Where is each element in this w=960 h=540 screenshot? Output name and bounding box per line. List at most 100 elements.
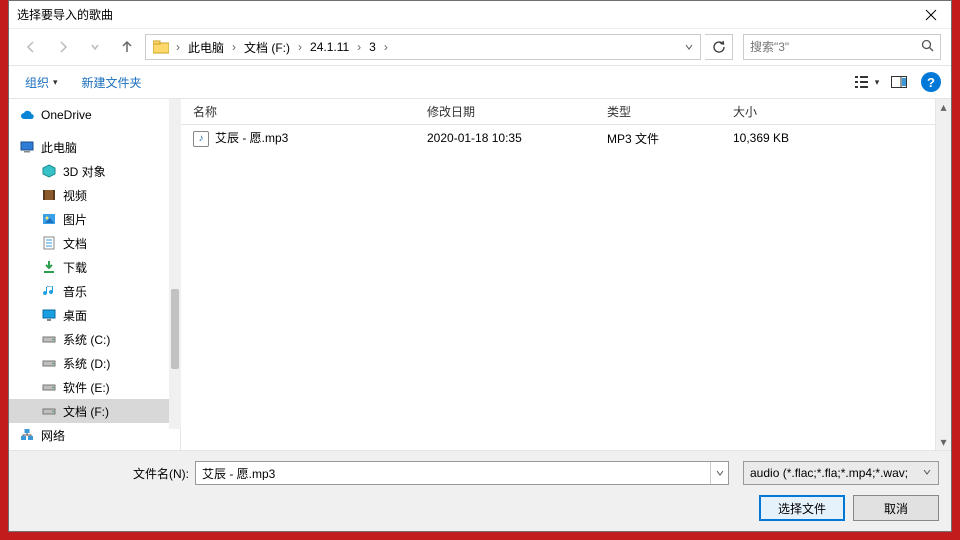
tree-item[interactable]: 软件 (E:)	[9, 375, 180, 399]
tree-item[interactable]: 视频	[9, 183, 180, 207]
filename-field[interactable]	[195, 461, 729, 485]
search-input[interactable]	[750, 40, 921, 54]
chevron-down-icon	[922, 466, 932, 480]
organize-label: 组织	[25, 74, 49, 91]
doc-icon	[41, 235, 57, 251]
file-rows: ♪艾辰 - 愿.mp32020-01-18 10:35MP3 文件10,369 …	[181, 125, 951, 151]
tree-item-label: 文档	[63, 235, 87, 252]
crumb-2[interactable]: 24.1.11	[304, 35, 355, 59]
obj3d-icon	[41, 163, 57, 179]
recent-dropdown[interactable]	[81, 33, 109, 61]
toolbar: 组织 ▾ 新建文件夹 ▾ ?	[9, 65, 951, 99]
tree-item[interactable]: 系统 (C:)	[9, 327, 180, 351]
tree-item[interactable]: 文档	[9, 231, 180, 255]
tree-item-label: OneDrive	[41, 108, 92, 122]
tree-item[interactable]: 图片	[9, 207, 180, 231]
tree-item-label: 下载	[63, 259, 87, 276]
tree-item[interactable]: 此电脑	[9, 135, 180, 159]
file-name: 艾辰 - 愿.mp3	[215, 131, 288, 145]
forward-button[interactable]	[49, 33, 77, 61]
nav-tree[interactable]: OneDrive 此电脑 3D 对象视频图片文档下载音乐桌面系统 (C:) 系统 (D…	[9, 99, 181, 450]
tree-item-label: 桌面	[63, 307, 87, 324]
col-name[interactable]: 名称	[181, 103, 419, 120]
breadcrumb-dropdown[interactable]	[680, 35, 698, 59]
tree-item[interactable]: OneDrive	[9, 103, 180, 127]
breadcrumb-field[interactable]: › 此电脑 › 文档 (F:) › 24.1.11 › 3 ›	[145, 34, 701, 60]
chevron-right-icon: ›	[382, 40, 390, 54]
drive-icon	[41, 331, 57, 347]
cloud-icon	[19, 107, 35, 123]
tree-item[interactable]: 网络	[9, 423, 180, 447]
filetype-filter[interactable]: audio (*.flac;*.fla;*.mp4;*.wav;	[743, 461, 939, 485]
tree-item[interactable]: 音乐	[9, 279, 180, 303]
tree-item-label: 系统 (C:)	[63, 331, 110, 348]
filename-input[interactable]	[196, 466, 710, 480]
file-type: MP3 文件	[599, 130, 725, 147]
new-folder-label: 新建文件夹	[82, 74, 142, 91]
dialog-title: 选择要导入的歌曲	[9, 6, 911, 23]
refresh-icon	[712, 40, 726, 54]
tree-item-label: 软件 (E:)	[63, 379, 110, 396]
filename-dropdown[interactable]	[710, 462, 728, 484]
scroll-up-icon[interactable]: ▴	[936, 99, 951, 115]
audio-file-icon: ♪	[193, 131, 209, 147]
filter-label: audio (*.flac;*.fla;*.mp4;*.wav;	[750, 466, 908, 480]
tree-scrollbar[interactable]	[169, 99, 181, 429]
chevron-right-icon: ›	[296, 40, 304, 54]
chevron-right-icon: ›	[355, 40, 363, 54]
preview-pane-icon	[891, 76, 907, 88]
tree-item-label: 音乐	[63, 283, 87, 300]
crumb-3[interactable]: 3	[363, 35, 382, 59]
new-folder-button[interactable]: 新建文件夹	[76, 72, 148, 93]
col-date[interactable]: 修改日期	[419, 103, 599, 120]
organize-menu[interactable]: 组织 ▾	[19, 72, 64, 93]
tree-item-label: 此电脑	[41, 139, 77, 156]
tree-item-label: 3D 对象	[63, 163, 106, 180]
tree-item-label: 网络	[41, 427, 65, 444]
tree-item[interactable]: 3D 对象	[9, 159, 180, 183]
cancel-button-label: 取消	[884, 500, 908, 517]
file-list: 名称 修改日期 类型 大小 ♪艾辰 - 愿.mp32020-01-18 10:3…	[181, 99, 951, 450]
caret-down-icon: ▾	[875, 77, 880, 88]
cancel-button[interactable]: 取消	[853, 495, 939, 521]
tree-item[interactable]: 系统 (D:)	[9, 351, 180, 375]
picture-icon	[41, 211, 57, 227]
file-row[interactable]: ♪艾辰 - 愿.mp32020-01-18 10:35MP3 文件10,369 …	[181, 125, 951, 151]
vertical-scrollbar[interactable]: ▴ ▾	[935, 99, 951, 450]
col-type[interactable]: 类型	[599, 103, 725, 120]
drive-icon	[41, 379, 57, 395]
search-icon	[921, 39, 934, 55]
video-icon	[41, 187, 57, 203]
body-split: OneDrive 此电脑 3D 对象视频图片文档下载音乐桌面系统 (C:) 系统 (D…	[9, 99, 951, 450]
tree-item[interactable]: 桌面	[9, 303, 180, 327]
back-button[interactable]	[17, 33, 45, 61]
filename-row: 文件名(N): audio (*.flac;*.fla;*.mp4;*.wav;	[21, 461, 939, 485]
filename-label: 文件名(N):	[21, 465, 189, 482]
desktop-icon	[41, 307, 57, 323]
scroll-down-icon[interactable]: ▾	[936, 434, 951, 450]
drive-icon	[41, 403, 57, 419]
view-options-button[interactable]: ▾	[853, 70, 881, 94]
folder-icon	[152, 38, 170, 56]
tree-item-label: 视频	[63, 187, 87, 204]
chevron-right-icon: ›	[174, 40, 182, 54]
help-button[interactable]: ?	[921, 72, 941, 92]
open-button[interactable]: 选择文件	[759, 495, 845, 521]
nav-row: › 此电脑 › 文档 (F:) › 24.1.11 › 3 ›	[9, 29, 951, 65]
net-icon	[19, 427, 35, 443]
tree-item[interactable]: 下载	[9, 255, 180, 279]
up-button[interactable]	[113, 33, 141, 61]
drive-icon	[41, 355, 57, 371]
refresh-button[interactable]	[705, 34, 733, 60]
scroll-thumb[interactable]	[171, 289, 179, 369]
tree-item[interactable]: 文档 (F:)	[9, 399, 180, 423]
crumb-0[interactable]: 此电脑	[182, 35, 230, 59]
tree-item-label: 图片	[63, 211, 87, 228]
preview-pane-button[interactable]	[885, 70, 913, 94]
tree-item-label: 系统 (D:)	[63, 355, 110, 372]
footer: 文件名(N): audio (*.flac;*.fla;*.mp4;*.wav;…	[9, 450, 951, 531]
search-field[interactable]	[743, 34, 941, 60]
crumb-1[interactable]: 文档 (F:)	[238, 35, 296, 59]
col-size[interactable]: 大小	[725, 103, 845, 120]
close-button[interactable]	[911, 1, 951, 29]
